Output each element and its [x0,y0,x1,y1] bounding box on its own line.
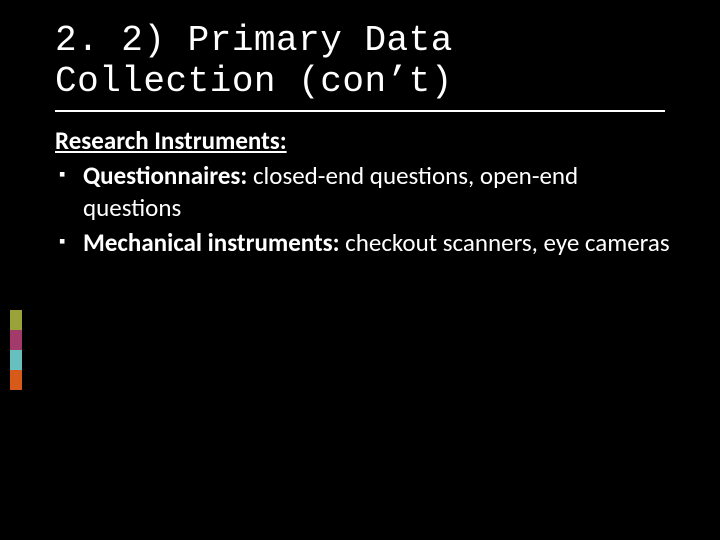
accent-bar [10,370,22,390]
list-item: Questionnaires: closed-end questions, op… [55,160,675,223]
accent-bar [10,350,22,370]
subheading: Research Instruments: [55,125,675,156]
list-item: Mechanical instruments: checkout scanner… [55,227,675,258]
accent-bar [10,330,22,350]
slide-title: 2. 2) Primary Data Collection (con’t) [55,20,685,103]
bullet-list: Questionnaires: closed-end questions, op… [55,160,675,258]
title-underline [55,110,665,112]
bullet-bold: Mechanical instruments: [83,227,340,258]
accent-bars [10,310,22,390]
bullet-bold: Questionnaires: [83,160,247,191]
slide: 2. 2) Primary Data Collection (con’t) Re… [0,0,720,540]
accent-bar [10,310,22,330]
bullet-rest: checkout scanners, eye cameras [340,227,670,258]
slide-body: Research Instruments: Questionnaires: cl… [55,125,675,262]
